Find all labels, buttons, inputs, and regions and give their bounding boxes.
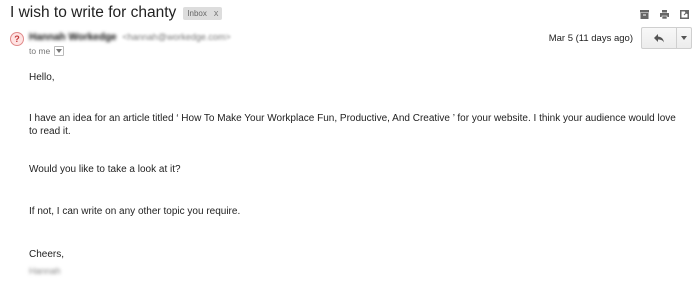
sender-line: Hannah Workedge <hannah@workedge.com> [29, 32, 231, 43]
email-subject: I wish to write for chanty [10, 4, 177, 21]
sender-avatar[interactable]: ? [10, 32, 24, 46]
email-paragraph: Would you like to take a look at it? [29, 164, 181, 175]
recipient-row: to me [29, 46, 65, 56]
email-greeting: Hello, [29, 72, 55, 83]
remove-label-button[interactable]: x [214, 8, 219, 18]
email-paragraph: I have an idea for an article titled ‘ H… [29, 113, 676, 137]
inbox-label-text: Inbox [187, 8, 207, 18]
inbox-label[interactable]: Inbox x [183, 6, 223, 20]
sender-email: <hannah@workedge.com> [122, 32, 231, 42]
email-date: Mar 5 (11 days ago) [548, 33, 633, 44]
email-paragraph: If not, I can write on any other topic y… [29, 206, 241, 217]
reply-button[interactable] [641, 27, 677, 49]
more-actions-button[interactable] [677, 27, 692, 49]
chevron-down-icon [681, 36, 687, 40]
reply-actions [641, 27, 692, 49]
sender-name[interactable]: Hannah Workedge [29, 32, 117, 43]
print-icon[interactable] [659, 7, 670, 20]
email-signature: Hannah [29, 266, 61, 276]
recipient-details-button[interactable] [54, 46, 65, 56]
subject-row: I wish to write for chanty Inbox x [10, 3, 223, 23]
email-signoff: Cheers, [29, 249, 65, 260]
archive-icon[interactable] [639, 7, 650, 19]
recipient-text: to me [29, 46, 51, 56]
chevron-down-icon [56, 49, 63, 53]
reply-icon [654, 34, 664, 43]
new-window-icon[interactable] [679, 7, 690, 19]
top-toolbar [639, 7, 690, 20]
